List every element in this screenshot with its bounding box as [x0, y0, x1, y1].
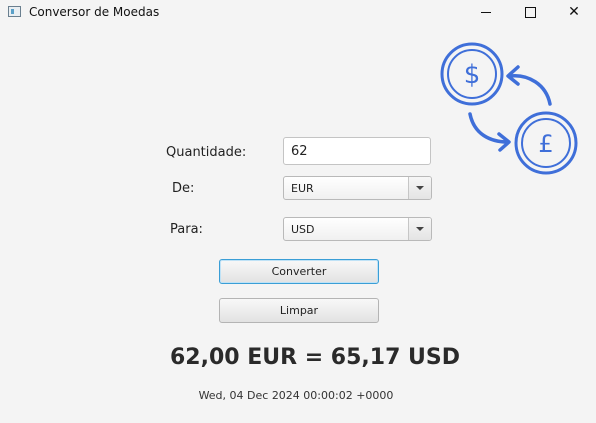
quantity-label: Quantidade:	[166, 145, 247, 160]
from-currency-value: EUR	[291, 181, 314, 195]
chevron-down-icon	[416, 227, 424, 231]
pound-coin-icon: £	[514, 111, 578, 175]
from-currency-dropdown-button[interactable]	[408, 177, 431, 199]
close-icon: ✕	[568, 4, 580, 20]
window-title: Conversor de Moedas	[29, 5, 160, 19]
dollar-coin-icon: $	[440, 42, 504, 106]
arrow-to-dollar-icon	[506, 65, 552, 106]
rate-timestamp: Wed, 04 Dec 2024 00:00:02 +0000	[198, 389, 394, 402]
title-bar: Conversor de Moedas ✕	[0, 0, 596, 26]
maximize-icon	[524, 6, 536, 18]
to-currency-value: USD	[291, 222, 315, 236]
arrow-to-pound-icon	[468, 112, 511, 152]
from-currency-label: De:	[172, 181, 195, 196]
minimize-icon	[481, 11, 491, 13]
currency-exchange-icon: $ £	[440, 42, 578, 175]
conversion-result: 62,00 EUR = 65,17 USD	[169, 345, 461, 370]
app-window: Conversor de Moedas ✕ $ £ Quantidade: 62…	[0, 0, 596, 423]
from-currency-select[interactable]: EUR	[283, 176, 432, 200]
close-button[interactable]: ✕	[552, 0, 596, 24]
to-currency-label: Para:	[170, 222, 203, 237]
svg-text:$: $	[464, 60, 481, 90]
minimize-button[interactable]	[464, 0, 508, 24]
convert-button[interactable]: Converter	[219, 259, 379, 284]
to-currency-select[interactable]: USD	[283, 217, 432, 241]
svg-text:£: £	[538, 130, 553, 158]
clear-button[interactable]: Limpar	[219, 298, 379, 323]
to-currency-dropdown-button[interactable]	[408, 218, 431, 240]
quantity-input[interactable]	[283, 137, 431, 165]
chevron-down-icon	[416, 186, 424, 190]
maximize-button[interactable]	[508, 0, 552, 24]
app-icon	[8, 6, 21, 17]
